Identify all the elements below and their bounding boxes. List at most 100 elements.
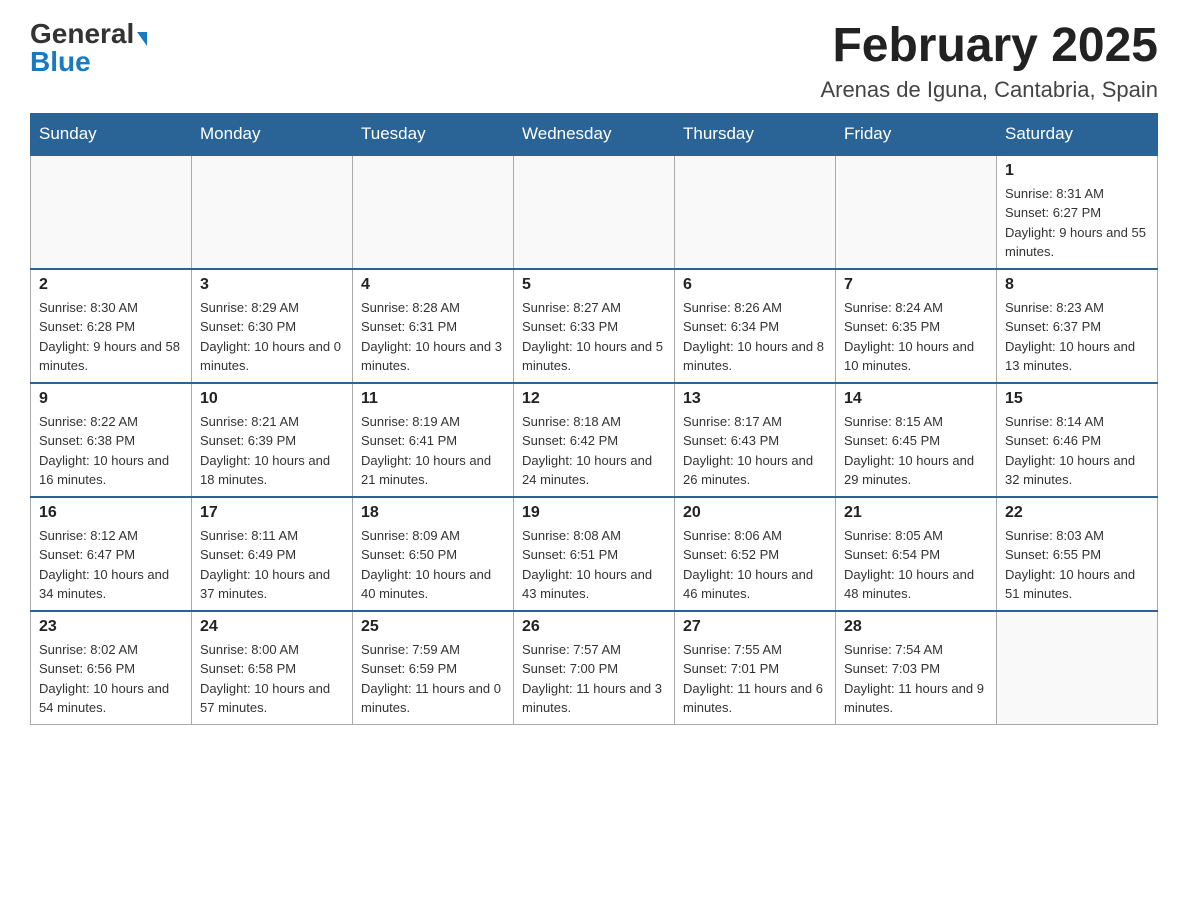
day-number: 26: [522, 618, 666, 636]
day-cell: [192, 155, 353, 269]
day-info: Sunrise: 8:19 AMSunset: 6:41 PMDaylight:…: [361, 412, 505, 490]
day-cell: 5Sunrise: 8:27 AMSunset: 6:33 PMDaylight…: [514, 269, 675, 383]
week-row-1: 2 Sunrise: 8:30 AMSunset: 6:28 PMDaylight…: [31, 269, 1158, 383]
week-row-0: 1 Sunrise: 8:31 AMSunset: 6:27 PMDaylight…: [31, 155, 1158, 269]
month-year-title: February 2025: [820, 20, 1158, 73]
day-info: Sunrise: 8:21 AMSunset: 6:39 PMDaylight:…: [200, 412, 344, 490]
day-cell: 9 Sunrise: 8:22 AMSunset: 6:38 PMDaylight…: [31, 383, 192, 497]
day-number: 12: [522, 390, 666, 408]
day-cell: 27 Sunrise: 7:55 AMSunset: 7:01 PMDayligh…: [675, 611, 836, 725]
day-info: Sunrise: 8:03 AMSunset: 6:55 PMDaylight:…: [1005, 526, 1149, 604]
day-number: 4: [361, 276, 505, 294]
day-cell: 28 Sunrise: 7:54 AMSunset: 7:03 PMDayligh…: [836, 611, 997, 725]
day-info: Sunrise: 8:15 AMSunset: 6:45 PMDaylight:…: [844, 412, 988, 490]
day-cell: [675, 155, 836, 269]
day-cell: 10 Sunrise: 8:21 AMSunset: 6:39 PMDayligh…: [192, 383, 353, 497]
day-number: 13: [683, 390, 827, 408]
day-number: 24: [200, 618, 344, 636]
day-number: 2: [39, 276, 183, 294]
day-info: Sunrise: 8:12 AMSunset: 6:47 PMDaylight:…: [39, 526, 183, 604]
day-cell: 24 Sunrise: 8:00 AMSunset: 6:58 PMDayligh…: [192, 611, 353, 725]
page-header: General Blue February 2025 Arenas de Igu…: [30, 20, 1158, 103]
day-cell: 4 Sunrise: 8:28 AMSunset: 6:31 PMDaylight…: [353, 269, 514, 383]
day-number: 16: [39, 504, 183, 522]
week-row-4: 23 Sunrise: 8:02 AMSunset: 6:56 PMDayligh…: [31, 611, 1158, 725]
day-info: Sunrise: 7:55 AMSunset: 7:01 PMDaylight:…: [683, 640, 827, 718]
day-info: Sunrise: 8:30 AMSunset: 6:28 PMDaylight:…: [39, 298, 183, 376]
day-cell: [353, 155, 514, 269]
header-tuesday: Tuesday: [353, 113, 514, 155]
day-cell: 22 Sunrise: 8:03 AMSunset: 6:55 PMDayligh…: [997, 497, 1158, 611]
day-number: 10: [200, 390, 344, 408]
day-cell: 17Sunrise: 8:11 AMSunset: 6:49 PMDayligh…: [192, 497, 353, 611]
day-cell: 12 Sunrise: 8:18 AMSunset: 6:42 PMDayligh…: [514, 383, 675, 497]
day-info: Sunrise: 8:05 AMSunset: 6:54 PMDaylight:…: [844, 526, 988, 604]
day-cell: 15 Sunrise: 8:14 AMSunset: 6:46 PMDayligh…: [997, 383, 1158, 497]
logo-general-text: General: [30, 18, 134, 49]
day-number: 7: [844, 276, 988, 294]
logo: General Blue: [30, 20, 147, 76]
title-block: February 2025 Arenas de Iguna, Cantabria…: [820, 20, 1158, 103]
day-number: 25: [361, 618, 505, 636]
day-info: Sunrise: 7:59 AMSunset: 6:59 PMDaylight:…: [361, 640, 505, 718]
logo-blue-text: Blue: [30, 48, 91, 76]
day-info: Sunrise: 8:00 AMSunset: 6:58 PMDaylight:…: [200, 640, 344, 718]
day-cell: 14 Sunrise: 8:15 AMSunset: 6:45 PMDayligh…: [836, 383, 997, 497]
day-info: Sunrise: 8:26 AMSunset: 6:34 PMDaylight:…: [683, 298, 827, 376]
header-saturday: Saturday: [997, 113, 1158, 155]
day-number: 14: [844, 390, 988, 408]
day-number: 6: [683, 276, 827, 294]
day-info: Sunrise: 8:14 AMSunset: 6:46 PMDaylight:…: [1005, 412, 1149, 490]
day-cell: 13 Sunrise: 8:17 AMSunset: 6:43 PMDayligh…: [675, 383, 836, 497]
day-cell: [997, 611, 1158, 725]
day-number: 19: [522, 504, 666, 522]
day-number: 18: [361, 504, 505, 522]
day-cell: 18Sunrise: 8:09 AMSunset: 6:50 PMDayligh…: [353, 497, 514, 611]
day-info: Sunrise: 7:57 AMSunset: 7:00 PMDaylight:…: [522, 640, 666, 718]
day-cell: [31, 155, 192, 269]
day-cell: 2 Sunrise: 8:30 AMSunset: 6:28 PMDaylight…: [31, 269, 192, 383]
day-info: Sunrise: 8:17 AMSunset: 6:43 PMDaylight:…: [683, 412, 827, 490]
header-sunday: Sunday: [31, 113, 192, 155]
day-info: Sunrise: 8:28 AMSunset: 6:31 PMDaylight:…: [361, 298, 505, 376]
day-cell: 19 Sunrise: 8:08 AMSunset: 6:51 PMDayligh…: [514, 497, 675, 611]
day-info: Sunrise: 7:54 AMSunset: 7:03 PMDaylight:…: [844, 640, 988, 718]
day-number: 22: [1005, 504, 1149, 522]
day-cell: 8 Sunrise: 8:23 AMSunset: 6:37 PMDaylight…: [997, 269, 1158, 383]
logo-general-row: General: [30, 20, 147, 48]
day-info: Sunrise: 8:29 AMSunset: 6:30 PMDaylight:…: [200, 298, 344, 376]
day-number: 27: [683, 618, 827, 636]
day-number: 20: [683, 504, 827, 522]
day-number: 23: [39, 618, 183, 636]
day-info: Sunrise: 8:06 AMSunset: 6:52 PMDaylight:…: [683, 526, 827, 604]
day-number: 8: [1005, 276, 1149, 294]
logo-triangle-icon: [137, 32, 147, 46]
day-number: 15: [1005, 390, 1149, 408]
day-number: 1: [1005, 162, 1149, 180]
day-cell: 16 Sunrise: 8:12 AMSunset: 6:47 PMDayligh…: [31, 497, 192, 611]
day-info: Sunrise: 8:22 AMSunset: 6:38 PMDaylight:…: [39, 412, 183, 490]
day-number: 17: [200, 504, 344, 522]
day-cell: 23 Sunrise: 8:02 AMSunset: 6:56 PMDayligh…: [31, 611, 192, 725]
day-number: 28: [844, 618, 988, 636]
day-cell: 25 Sunrise: 7:59 AMSunset: 6:59 PMDayligh…: [353, 611, 514, 725]
calendar-table: Sunday Monday Tuesday Wednesday Thursday…: [30, 113, 1158, 725]
day-info: Sunrise: 8:18 AMSunset: 6:42 PMDaylight:…: [522, 412, 666, 490]
day-number: 21: [844, 504, 988, 522]
day-info: Sunrise: 8:24 AMSunset: 6:35 PMDaylight:…: [844, 298, 988, 376]
day-info: Sunrise: 8:02 AMSunset: 6:56 PMDaylight:…: [39, 640, 183, 718]
day-info: Sunrise: 8:08 AMSunset: 6:51 PMDaylight:…: [522, 526, 666, 604]
day-number: 9: [39, 390, 183, 408]
day-cell: 3Sunrise: 8:29 AMSunset: 6:30 PMDaylight…: [192, 269, 353, 383]
location-subtitle: Arenas de Iguna, Cantabria, Spain: [820, 77, 1158, 103]
week-row-3: 16 Sunrise: 8:12 AMSunset: 6:47 PMDayligh…: [31, 497, 1158, 611]
weekday-header-row: Sunday Monday Tuesday Wednesday Thursday…: [31, 113, 1158, 155]
week-row-2: 9 Sunrise: 8:22 AMSunset: 6:38 PMDaylight…: [31, 383, 1158, 497]
day-cell: 21 Sunrise: 8:05 AMSunset: 6:54 PMDayligh…: [836, 497, 997, 611]
day-info: Sunrise: 8:31 AMSunset: 6:27 PMDaylight:…: [1005, 184, 1149, 262]
day-cell: 6 Sunrise: 8:26 AMSunset: 6:34 PMDaylight…: [675, 269, 836, 383]
header-monday: Monday: [192, 113, 353, 155]
header-thursday: Thursday: [675, 113, 836, 155]
day-info: Sunrise: 8:23 AMSunset: 6:37 PMDaylight:…: [1005, 298, 1149, 376]
day-info: Sunrise: 8:27 AMSunset: 6:33 PMDaylight:…: [522, 298, 666, 376]
